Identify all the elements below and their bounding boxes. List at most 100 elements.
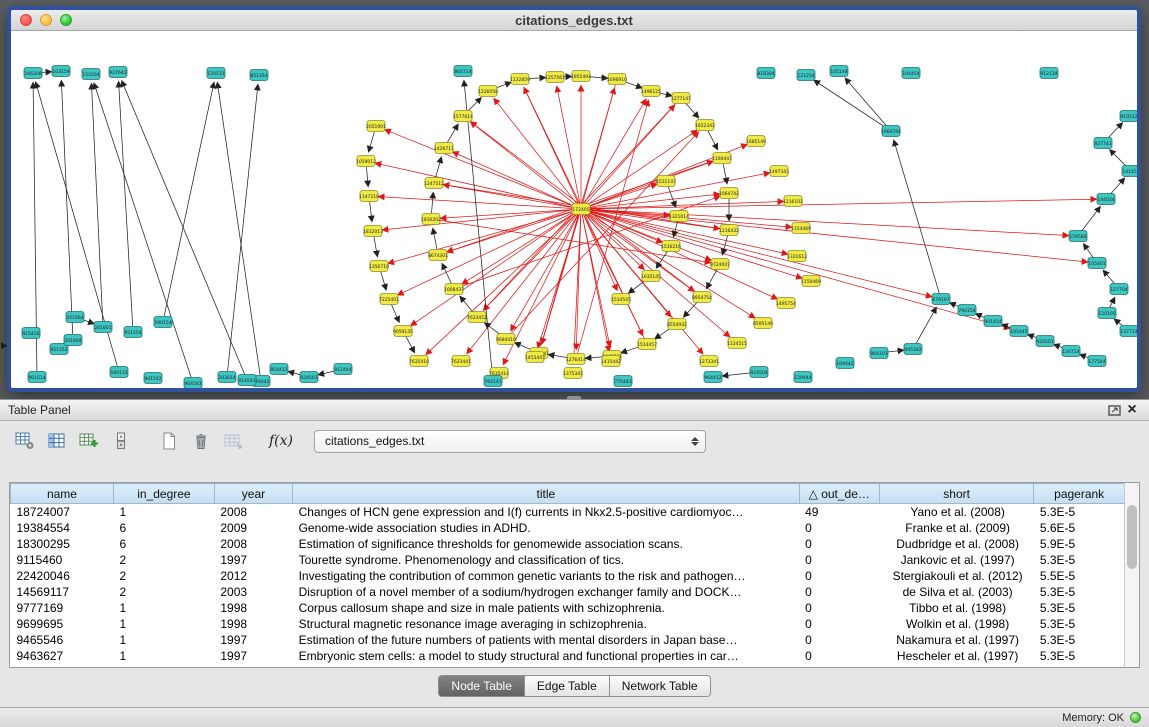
graph-node[interactable]: 954412 <box>270 364 288 375</box>
graph-node[interactable]: 251664 <box>66 312 84 323</box>
graph-node[interactable]: 8554932 <box>667 319 687 330</box>
graph-node[interactable]: 1124515 <box>727 338 747 349</box>
graph-node[interactable]: 1531147 <box>656 176 676 187</box>
graph-edge[interactable] <box>708 130 718 149</box>
graph-edge[interactable] <box>582 215 609 351</box>
graph-node[interactable]: 924501 <box>1036 336 1054 347</box>
cell-short[interactable]: Stergiakouli et al. (2012) <box>879 568 1033 584</box>
cell-short[interactable]: de Silva et al. (2003) <box>879 584 1033 600</box>
graph-edge[interactable] <box>685 103 698 118</box>
graph-node[interactable]: 945342 <box>904 344 922 355</box>
graph-node[interactable]: 129444 <box>794 372 812 383</box>
graph-edge[interactable] <box>381 272 386 290</box>
graph-node[interactable]: 1514545 <box>611 294 631 305</box>
cell-name[interactable]: 14569117 <box>11 584 114 600</box>
graph-node[interactable]: 1652342 <box>695 120 715 131</box>
graph-edge[interactable] <box>1110 179 1124 195</box>
cell-pagerank[interactable]: 5.6E-5 <box>1034 520 1125 536</box>
table-row[interactable]: 977716911998Corpus callosum shape and si… <box>11 600 1125 616</box>
cell-in_degree[interactable]: 1 <box>113 648 214 664</box>
graph-node[interactable]: 1356710 <box>369 261 389 272</box>
graph-node[interactable]: 794154 <box>958 305 976 316</box>
cell-pagerank[interactable]: 5.3E-5 <box>1034 584 1125 600</box>
new-table-icon[interactable] <box>156 429 182 453</box>
graph-node[interactable]: 120105 <box>1098 308 1116 319</box>
graph-node[interactable]: 1496125 <box>641 86 661 97</box>
cell-year[interactable]: 2009 <box>214 520 292 536</box>
table-row[interactable]: 1938455462009Genome-wide association stu… <box>11 520 1125 536</box>
graph-edge[interactable] <box>447 125 458 143</box>
row-tools-icon[interactable] <box>108 429 134 453</box>
cell-year[interactable]: 2008 <box>214 504 292 520</box>
graph-edge[interactable] <box>494 99 577 204</box>
cell-name[interactable]: 9777169 <box>11 600 114 616</box>
cell-short[interactable]: Wolkin et al. (1998) <box>879 616 1033 632</box>
graph-node[interactable]: 590154 <box>154 317 172 328</box>
graph-edge[interactable] <box>406 336 415 352</box>
graph-node[interactable]: 7623452 <box>467 312 487 323</box>
graph-node[interactable]: 1277147 <box>671 93 691 104</box>
graph-node[interactable]: 154204 <box>82 69 100 80</box>
graph-node[interactable]: 1830202 <box>421 214 441 225</box>
graph-node[interactable]: 2051901 <box>366 121 386 132</box>
cell-title[interactable]: Corpus callosum shape and size in male p… <box>293 600 800 616</box>
graph-node[interactable]: 915426 <box>22 328 40 339</box>
cell-name[interactable]: 9463627 <box>11 648 114 664</box>
table-row[interactable]: 911546021997Tourette syndrome. Phenomeno… <box>11 552 1125 568</box>
cell-title[interactable]: Changes of HCN gene expression and I(f) … <box>293 504 800 520</box>
column-header-short[interactable]: short <box>879 484 1033 504</box>
graph-node[interactable]: 9724047 <box>710 259 730 270</box>
table-row[interactable]: 1830029562008Estimation of significance … <box>11 536 1125 552</box>
graph-node[interactable]: 941542 <box>144 373 162 384</box>
graph-edge[interactable] <box>723 236 728 255</box>
column-header-in-degree[interactable]: in_degree <box>113 484 214 504</box>
graph-node[interactable]: 1150469 <box>801 276 821 287</box>
graph-edge[interactable] <box>1104 271 1116 285</box>
graph-edge[interactable] <box>587 210 1087 262</box>
graph-node[interactable]: 121254 <box>797 70 815 81</box>
graph-edge[interactable] <box>1084 244 1094 258</box>
cell-in_degree[interactable]: 2 <box>113 584 214 600</box>
cell-name[interactable]: 18724007 <box>11 504 114 520</box>
graph-node[interactable]: 914541 <box>238 375 256 386</box>
table-row[interactable]: 946362711997Embryonic stem cells: a mode… <box>11 648 1125 664</box>
graph-node[interactable]: 261601 <box>94 322 112 333</box>
tab-network-table[interactable]: Network Table <box>610 675 711 697</box>
graph-node[interactable]: 141454 <box>1122 166 1137 177</box>
graph-node[interactable]: 1415442 <box>601 356 621 367</box>
cell-out_degree[interactable]: 0 <box>799 600 879 616</box>
zoom-button[interactable] <box>60 14 72 26</box>
cell-name[interactable]: 9115460 <box>11 552 114 568</box>
graph-edge[interactable] <box>574 215 581 363</box>
cell-title[interactable]: Genome-wide association studies in ADHD. <box>293 520 800 536</box>
graph-edge[interactable] <box>119 82 133 326</box>
table-row[interactable]: 946554611997Estimation of the future num… <box>11 632 1125 648</box>
cell-short[interactable]: Hescheler et al. (1997) <box>879 648 1033 664</box>
graph-node[interactable]: 901454 <box>984 316 1002 327</box>
cell-year[interactable]: 1998 <box>214 600 292 616</box>
graph-edge[interactable] <box>433 229 437 249</box>
cell-pagerank[interactable]: 5.3E-5 <box>1034 632 1125 648</box>
graph-edge[interactable] <box>1082 207 1100 231</box>
graph-node[interactable]: 120531 <box>207 68 225 79</box>
graph-node[interactable]: 1064742 <box>719 188 739 199</box>
graph-node[interactable]: 1216432 <box>719 225 739 236</box>
graph-edge[interactable] <box>1107 123 1122 139</box>
cell-year[interactable]: 1998 <box>214 616 292 632</box>
graph-node[interactable]: 818304 <box>757 68 775 79</box>
column-header-out-degree[interactable]: △ out_de… <box>799 484 879 504</box>
minimize-button[interactable] <box>40 14 52 26</box>
graph-node[interactable]: 103159 <box>52 66 70 77</box>
graph-node[interactable]: 172405 <box>572 204 590 215</box>
graph-node[interactable]: 912444 <box>334 364 352 375</box>
cell-title[interactable]: Estimation of the future numbers of pati… <box>293 632 800 648</box>
graph-edge[interactable] <box>723 164 727 183</box>
graph-edge[interactable] <box>814 81 886 128</box>
cell-name[interactable]: 9465546 <box>11 632 114 648</box>
cell-out_degree[interactable]: 49 <box>799 504 879 520</box>
cell-pagerank[interactable]: 5.5E-5 <box>1034 568 1125 584</box>
graph-edge[interactable] <box>846 79 888 127</box>
cell-short[interactable]: Dudbridge et al. (2008) <box>879 536 1033 552</box>
graph-node[interactable]: 1577614 <box>453 111 473 122</box>
table-row[interactable]: 969969511998Structural magnetic resonanc… <box>11 616 1125 632</box>
